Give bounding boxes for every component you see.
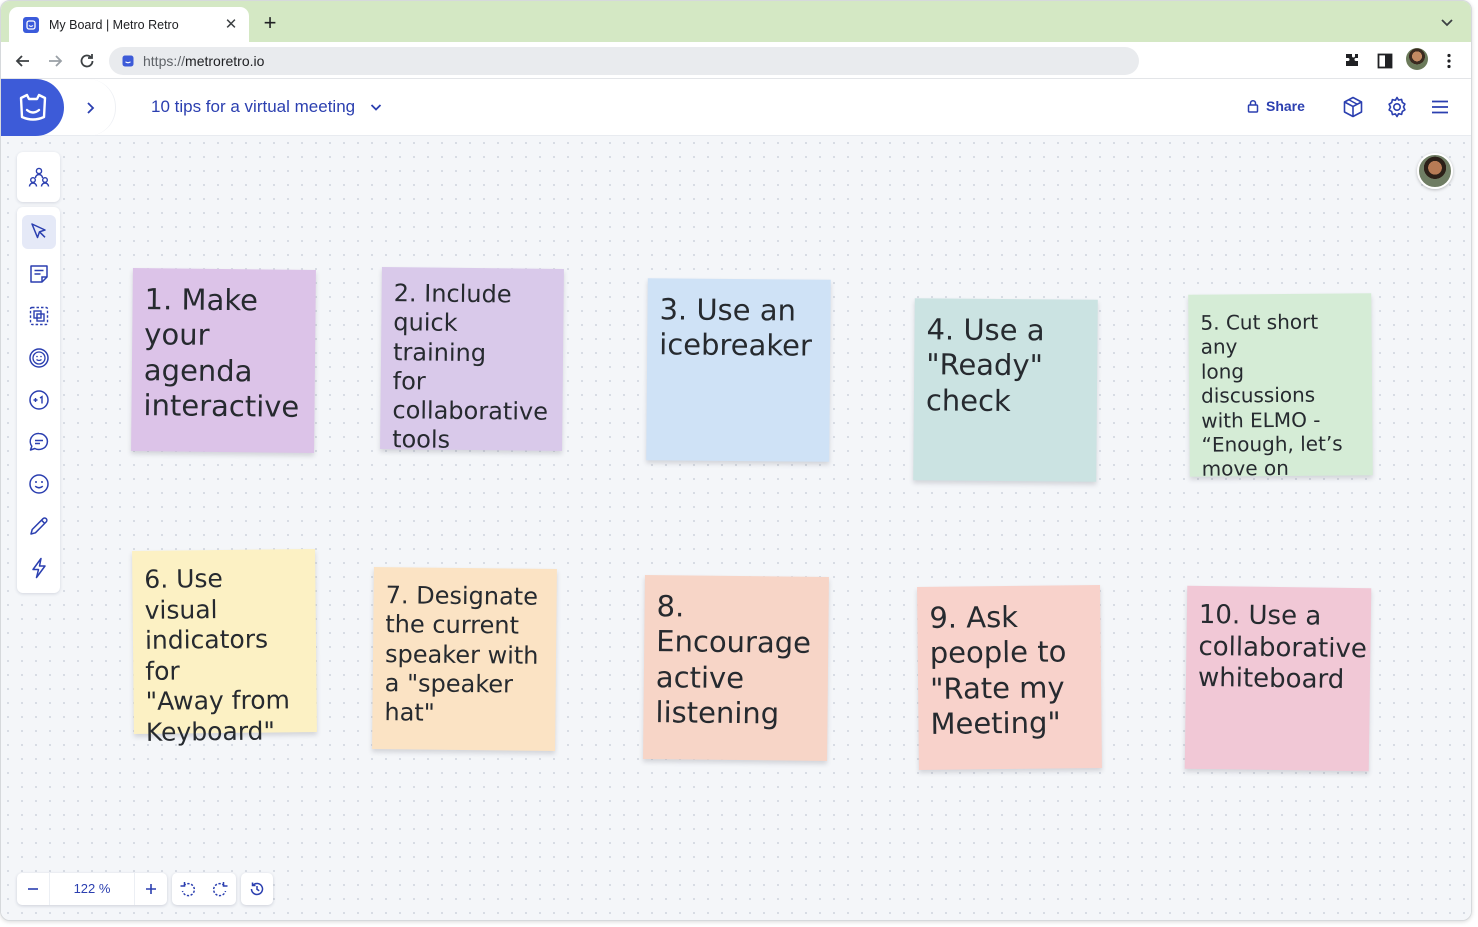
browser-toolbar: https://metroretro.io — [1, 42, 1471, 79]
undo-redo-controls — [172, 873, 236, 905]
address-bar[interactable]: https://metroretro.io — [109, 47, 1139, 75]
sticky-note-5[interactable]: 5. Cut short any long discussions with E… — [1188, 293, 1373, 481]
sticky-note-tool[interactable] — [17, 253, 60, 295]
minus-icon — [28, 888, 38, 890]
metro-retro-logo-icon — [19, 93, 46, 121]
history-clock-icon — [250, 882, 264, 896]
redo-icon — [212, 882, 228, 897]
comment-bubble-icon — [29, 432, 48, 451]
back-arrow-icon[interactable] — [13, 51, 33, 71]
side-panel-icon[interactable] — [1375, 51, 1395, 71]
whiteboard-canvas[interactable]: 1. Make your agenda interactive 2. Inclu… — [1, 136, 1471, 920]
metro-retro-logo[interactable] — [1, 79, 64, 136]
sticky-note-4[interactable]: 4. Use a "Ready" check — [913, 298, 1098, 482]
zoom-out-button[interactable] — [17, 873, 49, 905]
tab-search-chevron-icon[interactable] — [1439, 14, 1455, 30]
pencil-icon — [29, 517, 48, 535]
hamburger-menu-icon[interactable] — [1428, 95, 1452, 119]
undo-button[interactable] — [172, 873, 204, 905]
new-tab-icon[interactable]: + — [259, 12, 281, 35]
extensions-puzzle-icon[interactable] — [1342, 51, 1362, 71]
browser-window: My Board | Metro Retro ✕ + https://metro… — [0, 0, 1472, 921]
smiley-icon — [28, 474, 49, 494]
app-header: 10 tips for a virtual meeting Share — [1, 79, 1471, 136]
undo-icon — [180, 882, 196, 897]
forward-arrow-icon[interactable] — [45, 51, 65, 71]
tab-strip: My Board | Metro Retro ✕ + — [1, 1, 1471, 42]
zoom-controls: 122 % — [17, 873, 167, 905]
plus-one-tool[interactable] — [17, 379, 60, 421]
tab-close-icon[interactable]: ✕ — [223, 16, 239, 33]
sticky-note-6[interactable]: 6. Use visual indicators for "Away from … — [132, 549, 317, 746]
reload-icon[interactable] — [77, 51, 97, 71]
history-controls — [241, 873, 273, 905]
settings-gear-icon[interactable] — [1385, 95, 1409, 119]
emoji-tool[interactable] — [17, 463, 60, 505]
board-title: 10 tips for a virtual meeting — [151, 97, 356, 116]
bottom-controls: 122 % — [17, 873, 278, 905]
browser-tab[interactable]: My Board | Metro Retro ✕ — [9, 7, 249, 42]
sticky-note-9[interactable]: 9. Ask people to "Rate my Meeting" — [917, 585, 1102, 770]
face-vote-icon — [28, 348, 49, 368]
metro-retro-favicon-icon — [23, 16, 39, 33]
group-select-icon — [29, 306, 48, 326]
plus-one-icon — [28, 390, 49, 410]
voting-tool[interactable] — [17, 337, 60, 379]
expand-sidebar-button[interactable] — [64, 79, 116, 136]
actions-tool[interactable] — [17, 547, 60, 589]
left-toolbar — [17, 152, 60, 598]
participants-group — [17, 152, 60, 202]
comment-tool[interactable] — [17, 421, 60, 463]
lock-icon — [1247, 99, 1259, 113]
pointer-cursor-icon — [30, 223, 46, 239]
chevron-right-icon — [86, 101, 94, 114]
participants-tool[interactable] — [17, 156, 60, 198]
tab-title: My Board | Metro Retro — [49, 17, 179, 32]
share-button[interactable]: Share — [1246, 98, 1305, 114]
zoom-level[interactable]: 122 % — [49, 873, 135, 905]
plus-icon — [146, 884, 156, 894]
pen-tool[interactable] — [17, 505, 60, 547]
lightning-bolt-icon — [31, 557, 46, 579]
participants-icon — [28, 167, 49, 187]
sticky-note-icon — [29, 265, 48, 283]
sticky-note-2[interactable]: 2. Include quick training for collaborat… — [380, 267, 564, 454]
zoom-in-button[interactable] — [135, 873, 167, 905]
tools-group — [17, 207, 60, 593]
user-avatar[interactable] — [1417, 153, 1453, 189]
browser-profile-avatar[interactable] — [1406, 48, 1428, 70]
browser-menu-icon[interactable] — [1439, 51, 1459, 71]
board-title-dropdown[interactable]: 10 tips for a virtual meeting — [151, 97, 383, 117]
redo-button[interactable] — [204, 873, 236, 905]
site-info-icon[interactable] — [121, 54, 135, 68]
history-button[interactable] — [241, 873, 273, 905]
sticky-note-1[interactable]: 1. Make your agenda interactive — [131, 268, 316, 453]
group-tool[interactable] — [17, 295, 60, 337]
url-text: https://metroretro.io — [143, 53, 265, 69]
share-label: Share — [1266, 98, 1305, 114]
sticky-note-8[interactable]: 8. Encourage active listening — [643, 575, 829, 761]
sticky-note-3[interactable]: 3. Use an icebreaker — [646, 278, 831, 462]
chevron-down-icon — [370, 104, 382, 111]
select-tool[interactable] — [17, 211, 60, 253]
box-3d-icon[interactable] — [1341, 95, 1365, 119]
sticky-note-7[interactable]: 7. Designate the current speaker with a … — [372, 567, 557, 751]
sticky-note-10[interactable]: 10. Use a collaborative whiteboard — [1184, 585, 1372, 772]
